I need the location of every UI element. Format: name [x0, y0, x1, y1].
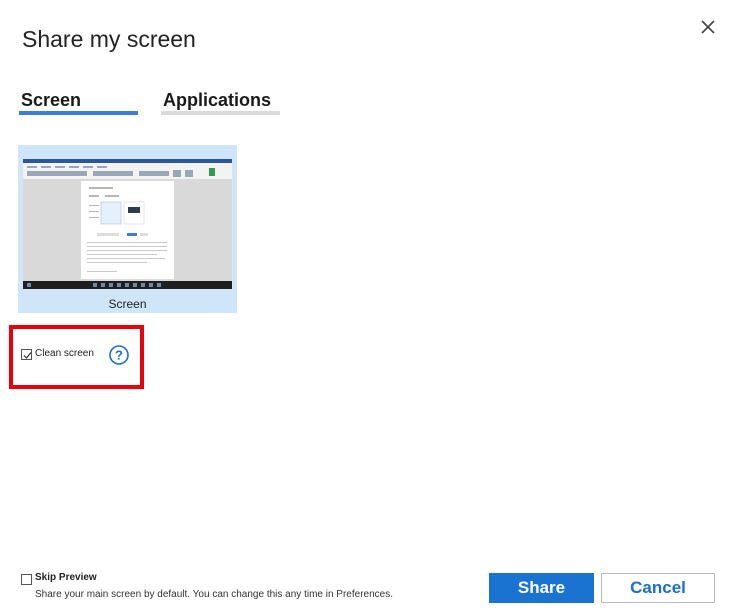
help-circle-icon: ?: [109, 345, 129, 365]
clean-screen-label[interactable]: Clean screen: [35, 348, 94, 359]
share-button[interactable]: Share: [489, 573, 594, 603]
screen-tile[interactable]: Screen: [18, 145, 237, 313]
close-button[interactable]: [697, 16, 719, 38]
dialog-title: Share my screen: [22, 26, 196, 52]
skip-preview-checkbox[interactable]: [21, 574, 32, 585]
svg-text:?: ?: [115, 348, 123, 363]
screen-tile-label: Screen: [108, 297, 147, 311]
screen-thumbnail: [23, 159, 232, 289]
checkmark-icon: [23, 352, 32, 359]
skip-preview-description: Share your main screen by default. You c…: [35, 589, 393, 600]
tab-screen[interactable]: Screen: [21, 90, 81, 111]
help-button[interactable]: ?: [109, 345, 129, 365]
clean-screen-checkbox[interactable]: [21, 349, 32, 360]
skip-preview-label[interactable]: Skip Preview: [35, 572, 97, 583]
tab-applications-underline: [161, 111, 280, 115]
tab-applications[interactable]: Applications: [163, 90, 271, 111]
tab-screen-underline: [19, 111, 138, 115]
cancel-button[interactable]: Cancel: [601, 573, 715, 603]
close-icon: [701, 20, 715, 34]
